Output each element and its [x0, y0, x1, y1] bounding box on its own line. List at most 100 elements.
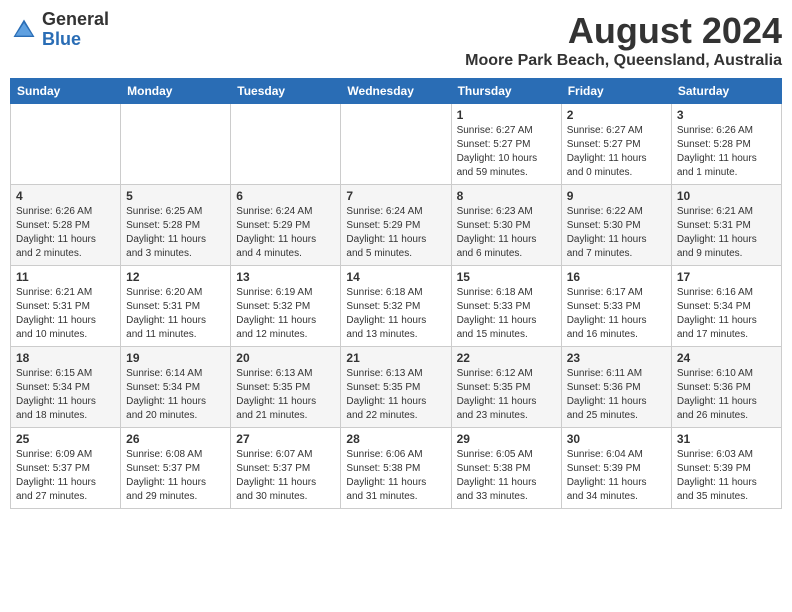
day-number: 31: [677, 432, 776, 446]
day-info: Sunrise: 6:18 AM Sunset: 5:33 PM Dayligh…: [457, 286, 556, 342]
logo-icon: [10, 16, 38, 44]
day-number: 1: [457, 108, 556, 122]
day-number: 16: [567, 270, 666, 284]
calendar-cell: 3 Sunrise: 6:26 AM Sunset: 5:28 PM Daylig…: [671, 104, 781, 185]
calendar-cell: 23 Sunrise: 6:11 AM Sunset: 5:36 PM Dayli…: [561, 347, 671, 428]
header-monday: Monday: [121, 79, 231, 104]
day-number: 18: [16, 351, 115, 365]
calendar-cell: 9Sunrise: 6:22 AM Sunset: 5:30 PM Daylig…: [561, 185, 671, 266]
calendar-cell: 30Sunrise: 6:04 AM Sunset: 5:39 PM Dayli…: [561, 428, 671, 509]
day-info: Sunrise: 6:25 AM Sunset: 5:28 PM Dayligh…: [126, 205, 225, 261]
calendar-cell: 10 Sunrise: 6:21 AM Sunset: 5:31 PM Dayli…: [671, 185, 781, 266]
day-number: 10: [677, 189, 776, 203]
day-number: 7: [346, 189, 445, 203]
day-number: 14: [346, 270, 445, 284]
day-number: 21: [346, 351, 445, 365]
calendar-cell: 12 Sunrise: 6:20 AM Sunset: 5:31 PM Dayli…: [121, 266, 231, 347]
header-tuesday: Tuesday: [231, 79, 341, 104]
header-friday: Friday: [561, 79, 671, 104]
calendar-cell: 8 Sunrise: 6:23 AM Sunset: 5:30 PM Daylig…: [451, 185, 561, 266]
calendar-cell: 28Sunrise: 6:06 AM Sunset: 5:38 PM Dayli…: [341, 428, 451, 509]
calendar-cell: 13Sunrise: 6:19 AM Sunset: 5:32 PM Dayli…: [231, 266, 341, 347]
day-info: Sunrise: 6:24 AM Sunset: 5:29 PM Dayligh…: [346, 205, 445, 261]
calendar-cell: 11 Sunrise: 6:21 AM Sunset: 5:31 PM Dayli…: [11, 266, 121, 347]
day-number: 6: [236, 189, 335, 203]
day-info: Sunrise: 6:08 AM Sunset: 5:37 PM Dayligh…: [126, 448, 225, 504]
logo: General Blue: [10, 10, 109, 50]
day-info: Sunrise: 6:19 AM Sunset: 5:32 PM Dayligh…: [236, 286, 335, 342]
calendar-cell: [231, 104, 341, 185]
calendar-cell: 1 Sunrise: 6:27 AM Sunset: 5:27 PM Daylig…: [451, 104, 561, 185]
calendar-header-row: SundayMondayTuesdayWednesdayThursdayFrid…: [11, 79, 782, 104]
day-info: Sunrise: 6:27 AM Sunset: 5:27 PM Dayligh…: [457, 124, 556, 180]
day-info: Sunrise: 6:15 AM Sunset: 5:34 PM Dayligh…: [16, 367, 115, 423]
calendar-cell: 22 Sunrise: 6:12 AM Sunset: 5:35 PM Dayli…: [451, 347, 561, 428]
day-number: 12: [126, 270, 225, 284]
day-info: Sunrise: 6:13 AM Sunset: 5:35 PM Dayligh…: [346, 367, 445, 423]
header-saturday: Saturday: [671, 79, 781, 104]
day-info: Sunrise: 6:09 AM Sunset: 5:37 PM Dayligh…: [16, 448, 115, 504]
day-info: Sunrise: 6:21 AM Sunset: 5:31 PM Dayligh…: [16, 286, 115, 342]
day-number: 17: [677, 270, 776, 284]
month-title: August 2024: [465, 10, 782, 52]
day-info: Sunrise: 6:14 AM Sunset: 5:34 PM Dayligh…: [126, 367, 225, 423]
day-number: 3: [677, 108, 776, 122]
day-number: 15: [457, 270, 556, 284]
day-info: Sunrise: 6:07 AM Sunset: 5:37 PM Dayligh…: [236, 448, 335, 504]
day-info: Sunrise: 6:20 AM Sunset: 5:31 PM Dayligh…: [126, 286, 225, 342]
day-info: Sunrise: 6:11 AM Sunset: 5:36 PM Dayligh…: [567, 367, 666, 423]
day-number: 8: [457, 189, 556, 203]
calendar-cell: 2 Sunrise: 6:27 AM Sunset: 5:27 PM Daylig…: [561, 104, 671, 185]
header-wednesday: Wednesday: [341, 79, 451, 104]
calendar-cell: 24Sunrise: 6:10 AM Sunset: 5:36 PM Dayli…: [671, 347, 781, 428]
day-number: 11: [16, 270, 115, 284]
title-area: August 2024 Moore Park Beach, Queensland…: [465, 10, 782, 70]
day-number: 25: [16, 432, 115, 446]
day-number: 20: [236, 351, 335, 365]
day-info: Sunrise: 6:03 AM Sunset: 5:39 PM Dayligh…: [677, 448, 776, 504]
calendar-week-row: 11 Sunrise: 6:21 AM Sunset: 5:31 PM Dayli…: [11, 266, 782, 347]
calendar-cell: 31 Sunrise: 6:03 AM Sunset: 5:39 PM Dayli…: [671, 428, 781, 509]
calendar-cell: 6Sunrise: 6:24 AM Sunset: 5:29 PM Daylig…: [231, 185, 341, 266]
day-number: 28: [346, 432, 445, 446]
calendar-cell: 15 Sunrise: 6:18 AM Sunset: 5:33 PM Dayli…: [451, 266, 561, 347]
day-info: Sunrise: 6:23 AM Sunset: 5:30 PM Dayligh…: [457, 205, 556, 261]
calendar-cell: [11, 104, 121, 185]
header-thursday: Thursday: [451, 79, 561, 104]
day-info: Sunrise: 6:26 AM Sunset: 5:28 PM Dayligh…: [677, 124, 776, 180]
calendar-cell: 20Sunrise: 6:13 AM Sunset: 5:35 PM Dayli…: [231, 347, 341, 428]
calendar-cell: [121, 104, 231, 185]
logo-text: General Blue: [42, 10, 109, 50]
calendar-week-row: 4 Sunrise: 6:26 AM Sunset: 5:28 PM Daylig…: [11, 185, 782, 266]
day-number: 9: [567, 189, 666, 203]
day-info: Sunrise: 6:26 AM Sunset: 5:28 PM Dayligh…: [16, 205, 115, 261]
day-info: Sunrise: 6:21 AM Sunset: 5:31 PM Dayligh…: [677, 205, 776, 261]
calendar-week-row: 18 Sunrise: 6:15 AM Sunset: 5:34 PM Dayli…: [11, 347, 782, 428]
calendar-cell: [341, 104, 451, 185]
day-number: 2: [567, 108, 666, 122]
page-header: General Blue August 2024 Moore Park Beac…: [10, 10, 782, 70]
calendar-cell: 27 Sunrise: 6:07 AM Sunset: 5:37 PM Dayli…: [231, 428, 341, 509]
calendar-week-row: 1 Sunrise: 6:27 AM Sunset: 5:27 PM Daylig…: [11, 104, 782, 185]
day-number: 19: [126, 351, 225, 365]
day-info: Sunrise: 6:12 AM Sunset: 5:35 PM Dayligh…: [457, 367, 556, 423]
day-number: 23: [567, 351, 666, 365]
calendar-cell: 5Sunrise: 6:25 AM Sunset: 5:28 PM Daylig…: [121, 185, 231, 266]
day-number: 29: [457, 432, 556, 446]
calendar-cell: 16 Sunrise: 6:17 AM Sunset: 5:33 PM Dayli…: [561, 266, 671, 347]
header-sunday: Sunday: [11, 79, 121, 104]
calendar-cell: 21 Sunrise: 6:13 AM Sunset: 5:35 PM Dayli…: [341, 347, 451, 428]
day-info: Sunrise: 6:17 AM Sunset: 5:33 PM Dayligh…: [567, 286, 666, 342]
day-info: Sunrise: 6:16 AM Sunset: 5:34 PM Dayligh…: [677, 286, 776, 342]
day-number: 4: [16, 189, 115, 203]
day-number: 27: [236, 432, 335, 446]
day-number: 24: [677, 351, 776, 365]
day-info: Sunrise: 6:27 AM Sunset: 5:27 PM Dayligh…: [567, 124, 666, 180]
calendar-cell: 18 Sunrise: 6:15 AM Sunset: 5:34 PM Dayli…: [11, 347, 121, 428]
calendar-cell: 17 Sunrise: 6:16 AM Sunset: 5:34 PM Dayli…: [671, 266, 781, 347]
calendar-table: SundayMondayTuesdayWednesdayThursdayFrid…: [10, 78, 782, 509]
calendar-cell: 7 Sunrise: 6:24 AM Sunset: 5:29 PM Daylig…: [341, 185, 451, 266]
calendar-cell: 14Sunrise: 6:18 AM Sunset: 5:32 PM Dayli…: [341, 266, 451, 347]
location-title: Moore Park Beach, Queensland, Australia: [465, 52, 782, 70]
day-number: 22: [457, 351, 556, 365]
